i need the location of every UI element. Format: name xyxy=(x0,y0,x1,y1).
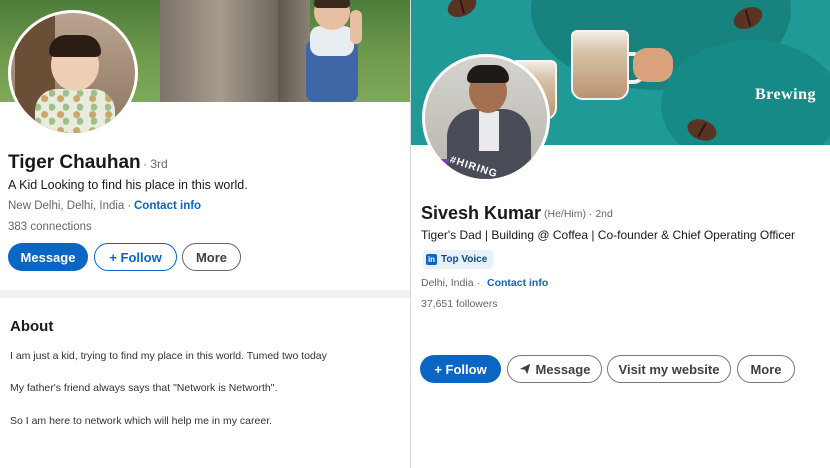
connections-count[interactable]: 383 connections xyxy=(8,221,92,233)
connection-degree: · 3rd xyxy=(143,157,168,171)
contact-info-link[interactable]: Contact info xyxy=(487,277,548,289)
message-button[interactable]: Message xyxy=(8,243,88,271)
follow-button[interactable]: + Follow xyxy=(420,355,501,383)
profile-avatar[interactable]: #HIRING xyxy=(422,54,550,182)
visit-website-button[interactable]: Visit my website xyxy=(607,355,731,383)
linkedin-logo-icon: in xyxy=(426,254,437,265)
top-voice-badge[interactable]: in Top Voice xyxy=(423,250,494,269)
message-button[interactable]: Message xyxy=(507,355,602,383)
profile-location: Delhi, India · xyxy=(421,277,480,289)
left-profile-card: Tiger Chauhan · 3rd A Kid Looking to fin… xyxy=(0,0,410,468)
follow-button[interactable]: + Follow xyxy=(94,243,177,271)
paper-plane-icon xyxy=(519,363,530,375)
about-text-line: My father's friend always says that "Net… xyxy=(10,382,278,394)
pronouns-and-degree: (He/Him) · 2nd xyxy=(544,208,613,220)
followers-count[interactable]: 37,651 followers xyxy=(421,298,497,310)
about-text-line: I am just a kid, trying to find my place… xyxy=(10,350,327,362)
profile-avatar[interactable] xyxy=(8,10,138,136)
profile-name: Sivesh Kumar xyxy=(421,203,542,223)
section-divider xyxy=(0,290,410,298)
more-button[interactable]: More xyxy=(182,243,241,271)
more-button[interactable]: More xyxy=(737,355,795,383)
about-text-line: So I am here to network which will help … xyxy=(10,415,273,427)
about-heading: About xyxy=(10,318,54,335)
follow-button-label: + Follow xyxy=(109,249,162,265)
profile-location: New Delhi, Delhi, India · xyxy=(8,200,132,212)
message-button-label: Message xyxy=(535,361,591,377)
profile-headline: Tiger's Dad | Building @ Coffea | Co-fou… xyxy=(421,228,795,242)
contact-info-link[interactable]: Contact info xyxy=(134,200,201,212)
more-button-label: More xyxy=(195,249,228,265)
profile-headline: A Kid Looking to find his place in this … xyxy=(8,178,248,192)
right-profile-card: Brewing #HIRING Sivesh Kumar (He/Him) · … xyxy=(411,0,830,468)
more-button-label: More xyxy=(750,361,782,377)
top-voice-label: Top Voice xyxy=(441,254,488,265)
visit-website-label: Visit my website xyxy=(618,361,720,377)
profile-name: Tiger Chauhan xyxy=(8,152,141,173)
banner-text: Brewing xyxy=(755,86,816,103)
message-button-label: Message xyxy=(20,249,76,265)
follow-button-label: + Follow xyxy=(434,361,487,377)
